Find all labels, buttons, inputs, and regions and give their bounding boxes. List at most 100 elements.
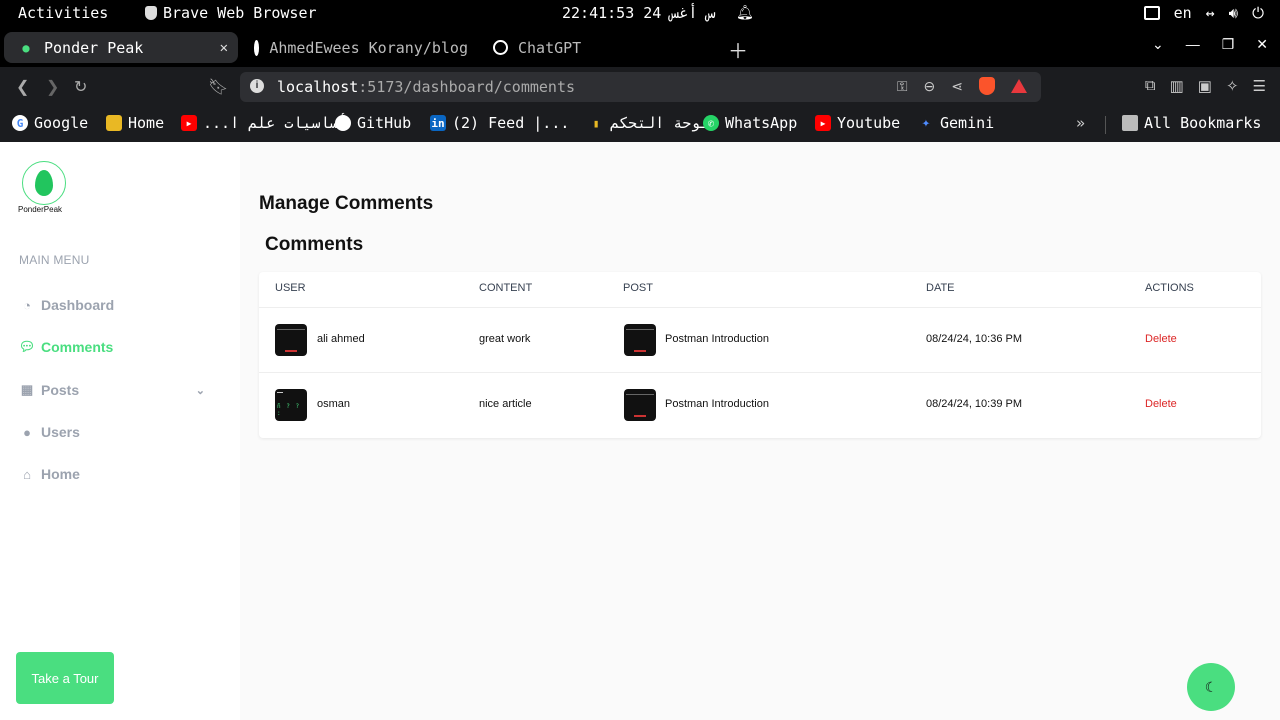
brave-shields-icon[interactable] — [979, 77, 995, 95]
bookmark-youtube-arabic[interactable]: ▶ أساسيات علم ا... — [181, 114, 348, 132]
minimize-icon[interactable]: — — [1186, 36, 1200, 53]
zoom-out-icon[interactable]: ⊖ — [924, 78, 936, 95]
thumb-code: ñ ? ? : — [277, 403, 301, 417]
sidebar-item-label: Posts — [41, 382, 80, 398]
comment-content: nice article — [479, 398, 532, 410]
bookmark-label: لوحة التحكم — [610, 114, 710, 132]
chatgpt-icon — [493, 40, 508, 55]
tab-chatgpt[interactable]: ChatGPT — [479, 32, 717, 63]
comment-post[interactable]: Postman Introduction — [665, 333, 769, 345]
thumb-mark — [634, 415, 646, 417]
leo-ai-icon[interactable]: ✧ — [1226, 77, 1239, 95]
thumb-line — [277, 392, 283, 393]
thumb-mark — [285, 350, 297, 352]
column-header-post[interactable]: POST — [623, 282, 653, 294]
bookmark-gemini[interactable]: ✦ Gemini — [918, 114, 994, 132]
home-folder-icon — [106, 115, 122, 131]
delete-button[interactable]: Delete — [1145, 398, 1177, 410]
tab-ponder-peak[interactable]: ● Ponder Peak ✕ — [4, 32, 238, 63]
bookmark-label: GitHub — [357, 114, 412, 132]
column-header-actions[interactable]: ACTIONS — [1145, 282, 1194, 294]
sidebar-item-label: Comments — [41, 339, 114, 355]
reload-icon[interactable]: ↻ — [74, 77, 87, 97]
github-icon — [335, 115, 351, 131]
close-icon[interactable]: ✕ — [220, 40, 228, 56]
extensions-icon[interactable]: ⧉ — [1145, 77, 1156, 95]
app-menu[interactable]: Brave Web Browser — [145, 4, 317, 22]
activities-button[interactable]: Activities — [18, 4, 108, 22]
comment-date: 08/24/24, 10:36 PM — [926, 333, 1023, 345]
tab-strip: ● Ponder Peak ✕ AhmedEwees Korany/blog C… — [0, 27, 1280, 67]
thumb-mark — [634, 350, 646, 352]
bookmark-home[interactable]: Home — [106, 114, 164, 132]
delete-button[interactable]: Delete — [1145, 333, 1177, 345]
take-a-tour-button[interactable]: Take a Tour — [16, 652, 114, 704]
bookmark-label: WhatsApp — [725, 114, 798, 132]
main-menu-title: MAIN MENU — [19, 253, 90, 267]
bookmark-youtube[interactable]: ▶ Youtube — [815, 114, 900, 132]
comment-post[interactable]: Postman Introduction — [665, 398, 769, 410]
comment-user: osman — [317, 398, 351, 410]
site-info-icon[interactable]: i — [250, 79, 264, 93]
github-icon — [254, 39, 260, 56]
bookmark-label: Home — [128, 114, 165, 132]
home-icon: ⌂ — [23, 466, 31, 482]
tab-github[interactable]: AhmedEwees Korany/blog — [240, 32, 468, 63]
sidebar-item-comments[interactable]: 💬︎ Comments — [19, 335, 219, 359]
chevron-down-icon[interactable]: ⌄ — [196, 384, 205, 397]
system-clock[interactable]: 22:41:53 24 س أغس — [562, 4, 716, 22]
window-controls: ⌄ — ❐ ✕ — [1152, 36, 1268, 53]
menu-icon[interactable]: ☰ — [1253, 77, 1266, 95]
theme-toggle-button[interactable]: ☾ — [1187, 663, 1235, 711]
bookmark-label: All Bookmarks — [1144, 114, 1262, 132]
bookmark-linkedin[interactable]: in (2) Feed |... — [430, 114, 569, 132]
sidebar-item-posts[interactable]: ▦ Posts ⌄ — [19, 378, 219, 402]
bookmark-label: Google — [34, 114, 89, 132]
bookmarks-bar: G Google Home ▶ أساسيات علم ا... GitHub … — [0, 107, 1280, 142]
new-tab-button[interactable]: ＋ — [728, 35, 748, 64]
main-content: Manage Comments Comments USER CONTENT PO… — [240, 142, 1280, 720]
sidebar-item-users[interactable]: ● Users — [19, 420, 219, 444]
system-tray[interactable]: en ↔ 🔊︎ ⏻ — [1143, 4, 1264, 22]
sidebar-item-dashboard[interactable]: ◔ Dashboard — [19, 293, 219, 317]
screen-share-icon — [1143, 6, 1160, 20]
tab-search-chevron-icon[interactable]: ⌄ — [1152, 36, 1164, 53]
logo-text: PonderPeak — [18, 205, 63, 214]
column-header-date[interactable]: DATE — [926, 282, 955, 294]
tab-title: ChatGPT — [518, 38, 582, 57]
bookmark-all[interactable]: All Bookmarks — [1122, 114, 1261, 132]
url-text[interactable]: localhost:5173/dashboard/comments — [277, 78, 575, 96]
key-icon[interactable]: ⚿ — [897, 78, 908, 95]
brave-lion-icon — [145, 6, 157, 20]
comments-icon: 💬︎ — [18, 339, 36, 354]
network-icon: ↔ — [1205, 4, 1215, 22]
sidebar-item-home[interactable]: ⌂ Home — [19, 462, 219, 486]
close-window-icon[interactable]: ✕ — [1256, 36, 1268, 53]
dashboard-icon: ▮ — [592, 116, 600, 130]
brave-rewards-icon[interactable] — [1011, 79, 1027, 93]
share-icon[interactable]: ⋖ — [951, 78, 963, 95]
language-indicator[interactable]: en — [1174, 4, 1192, 22]
gauge-icon: ◔ — [23, 297, 31, 313]
url-host: localhost — [277, 78, 359, 96]
forward-icon[interactable]: ❯ — [46, 77, 59, 97]
sidebar-toggle-icon[interactable]: ▥ — [1170, 77, 1184, 95]
leaf-favicon-icon: ● — [22, 40, 30, 55]
back-icon[interactable]: ❮ — [16, 77, 29, 97]
bookmark-google[interactable]: G Google — [12, 114, 88, 132]
bookmark-dashboard[interactable]: ▮ لوحة التحكم — [588, 114, 710, 132]
bookmark-whatsapp[interactable]: ✆ WhatsApp — [703, 114, 797, 132]
folder-icon — [1122, 115, 1138, 131]
post-thumbnail — [624, 389, 656, 421]
more-bookmarks-icon[interactable]: » — [1076, 114, 1085, 132]
column-header-user[interactable]: USER — [275, 282, 306, 294]
grid-icon: ▦ — [20, 382, 34, 397]
ponderpeak-logo[interactable]: PonderPeak — [18, 161, 74, 219]
bookmark-label: Youtube — [837, 114, 901, 132]
address-bar[interactable]: i localhost:5173/dashboard/comments ⚿ ⊖ … — [240, 72, 1041, 102]
column-header-content[interactable]: CONTENT — [479, 282, 532, 294]
wallet-icon[interactable]: ▣ — [1198, 77, 1212, 95]
bookmark-github[interactable]: GitHub — [335, 114, 411, 132]
maximize-icon[interactable]: ❐ — [1222, 36, 1235, 53]
bookmark-icon[interactable]: 🔖︎ — [208, 77, 228, 97]
